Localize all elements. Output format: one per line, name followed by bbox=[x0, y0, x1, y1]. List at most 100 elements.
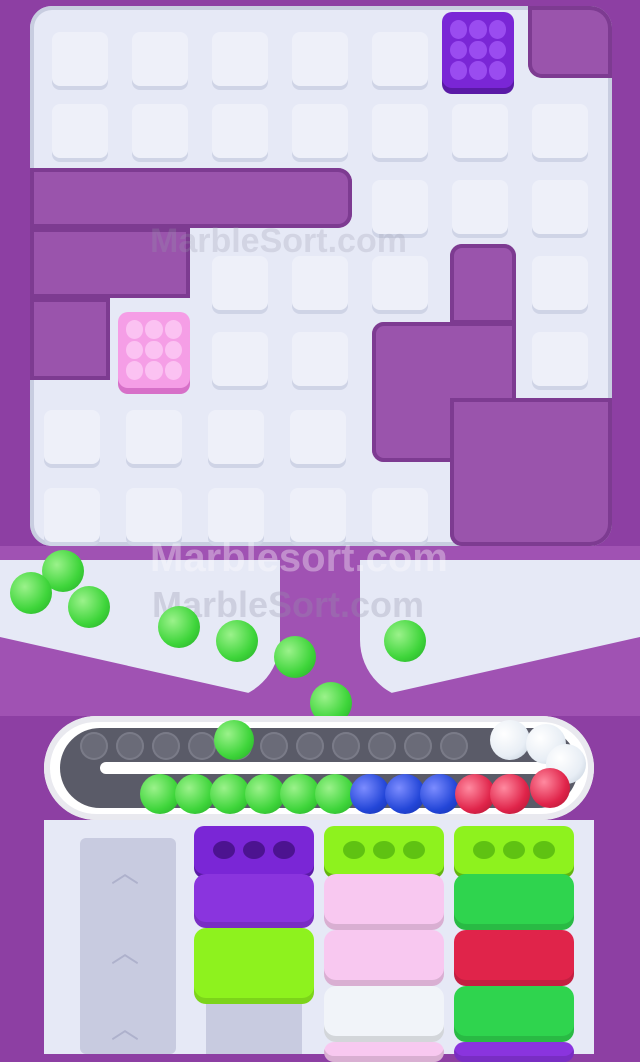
board-tile[interactable] bbox=[372, 256, 428, 310]
bump bbox=[469, 61, 487, 80]
board-tile[interactable] bbox=[532, 104, 588, 158]
board-tile[interactable] bbox=[126, 410, 182, 464]
bump bbox=[450, 20, 468, 39]
board-tile[interactable] bbox=[532, 256, 588, 310]
green-marble bbox=[210, 774, 250, 814]
slot bbox=[152, 732, 180, 760]
board-tile[interactable] bbox=[372, 488, 428, 542]
green-marble bbox=[384, 620, 426, 662]
blue-marble bbox=[385, 774, 425, 814]
cap-hole bbox=[473, 841, 495, 859]
board-tile[interactable] bbox=[212, 104, 268, 158]
green-marble bbox=[214, 720, 254, 760]
stack-brick bbox=[194, 874, 314, 928]
board-tile[interactable] bbox=[292, 256, 348, 310]
stack-cap bbox=[454, 826, 574, 874]
purple-block[interactable] bbox=[442, 12, 514, 88]
watermark-top: MarbleSort.com bbox=[150, 222, 407, 260]
board-tile[interactable] bbox=[292, 104, 348, 158]
stack-base bbox=[206, 1004, 302, 1054]
stack-brick bbox=[324, 986, 444, 1042]
green-marble bbox=[245, 774, 285, 814]
cap-hole bbox=[273, 841, 295, 859]
cap-hole bbox=[503, 841, 525, 859]
chevron-up-icon: ︿ bbox=[110, 1013, 139, 1044]
bump bbox=[126, 320, 144, 339]
board-tile[interactable] bbox=[132, 32, 188, 86]
slot bbox=[368, 732, 396, 760]
bump bbox=[145, 361, 163, 380]
board-tile[interactable] bbox=[372, 32, 428, 86]
slot bbox=[188, 732, 216, 760]
board-tile[interactable] bbox=[52, 32, 108, 86]
board-tile[interactable] bbox=[292, 32, 348, 86]
stack-brick bbox=[324, 1042, 444, 1062]
board-tile[interactable] bbox=[44, 488, 100, 542]
green-marble bbox=[68, 586, 110, 628]
board-tile[interactable] bbox=[290, 410, 346, 464]
board-tile[interactable] bbox=[290, 488, 346, 542]
board-tile[interactable] bbox=[44, 410, 100, 464]
board-tile[interactable] bbox=[452, 104, 508, 158]
stack-cap bbox=[194, 826, 314, 874]
slot bbox=[404, 732, 432, 760]
stack-purple-lime[interactable] bbox=[194, 826, 314, 1004]
board-tile[interactable] bbox=[52, 104, 108, 158]
board-tile[interactable] bbox=[132, 104, 188, 158]
board-tile[interactable] bbox=[208, 410, 264, 464]
bump bbox=[164, 320, 182, 339]
board-tile[interactable] bbox=[532, 180, 588, 234]
board-tile[interactable] bbox=[212, 332, 268, 386]
board-tile[interactable] bbox=[292, 332, 348, 386]
board-wall-right-bottom bbox=[450, 398, 612, 546]
stack-lime-pink[interactable] bbox=[324, 826, 444, 1062]
green-marble bbox=[158, 606, 200, 648]
board-tile[interactable] bbox=[372, 104, 428, 158]
pink-block[interactable] bbox=[118, 312, 190, 388]
board-tile[interactable] bbox=[126, 488, 182, 542]
stack-brick bbox=[454, 1042, 574, 1062]
conveyor-divider bbox=[100, 762, 570, 774]
board-tile[interactable] bbox=[212, 256, 268, 310]
bump bbox=[488, 61, 506, 80]
board-tile[interactable] bbox=[208, 488, 264, 542]
cap-hole bbox=[403, 841, 425, 859]
bump bbox=[488, 20, 506, 39]
bump bbox=[450, 40, 468, 60]
bump bbox=[145, 320, 163, 339]
watermark-main: Marblesort.com bbox=[150, 536, 448, 580]
board-wall-left-step bbox=[30, 298, 110, 380]
red-marble bbox=[455, 774, 495, 814]
green-marble bbox=[280, 774, 320, 814]
empty-lane[interactable]: ︿ ︿ ︿ bbox=[80, 838, 176, 1054]
board-wall-left bbox=[30, 168, 352, 228]
slot bbox=[440, 732, 468, 760]
stack-lime-green[interactable] bbox=[454, 826, 574, 1062]
slot bbox=[116, 732, 144, 760]
slot bbox=[296, 732, 324, 760]
board-tile[interactable] bbox=[452, 180, 508, 234]
cap-hole bbox=[533, 841, 555, 859]
board-wall-right-top bbox=[528, 6, 612, 78]
board-tile[interactable] bbox=[532, 332, 588, 386]
chevron-up-icon: ︿ bbox=[110, 857, 139, 888]
stack-brick bbox=[324, 930, 444, 986]
blue-marble bbox=[420, 774, 460, 814]
board-tile[interactable] bbox=[212, 32, 268, 86]
bump bbox=[469, 20, 487, 39]
stack-brick bbox=[454, 930, 574, 986]
green-marble bbox=[274, 636, 316, 678]
green-marble bbox=[315, 774, 355, 814]
stack-brick bbox=[454, 874, 574, 930]
cap-hole bbox=[213, 841, 235, 859]
bump bbox=[126, 361, 144, 380]
bump bbox=[164, 361, 182, 380]
bump bbox=[488, 40, 506, 60]
stack-cap bbox=[324, 826, 444, 874]
stack-brick bbox=[194, 928, 314, 1004]
green-marble bbox=[216, 620, 258, 662]
conveyor-lower-row bbox=[140, 774, 530, 814]
chevron-up-icon: ︿ bbox=[110, 937, 139, 968]
stack-brick bbox=[454, 986, 574, 1042]
board-wall-right-col bbox=[450, 244, 516, 324]
